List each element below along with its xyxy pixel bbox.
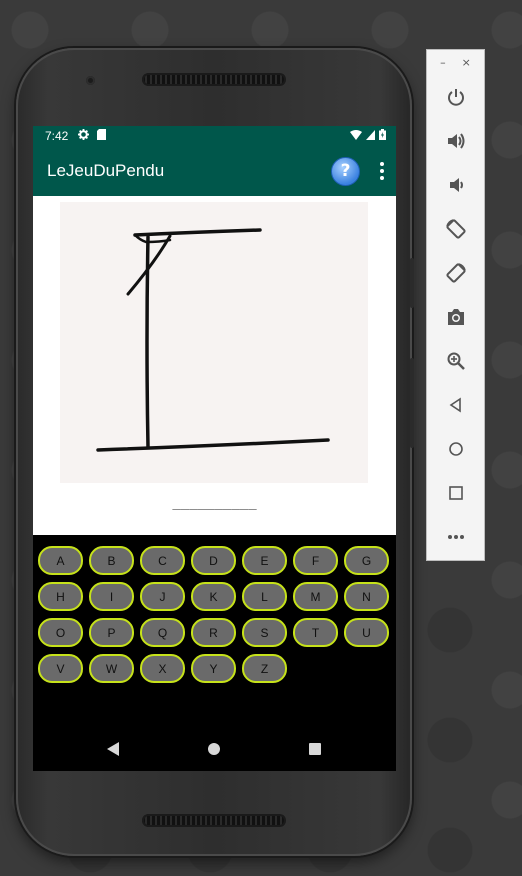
- letter-key-i[interactable]: I: [89, 582, 134, 611]
- zoom-icon[interactable]: [441, 346, 471, 376]
- letter-key-x[interactable]: X: [140, 654, 185, 683]
- app-bar: LeJeuDuPendu ?: [33, 146, 396, 196]
- nav-recents-icon[interactable]: [309, 743, 321, 755]
- volume-down-icon[interactable]: [441, 170, 471, 200]
- status-bar: 7:42: [33, 126, 396, 146]
- phone-screen: 7:42 LeJeuDuPendu ? __________ A B C D E…: [33, 126, 396, 771]
- emulator-toolbar: – ×: [426, 49, 485, 561]
- battery-icon: [379, 129, 386, 143]
- bottom-speaker-grille: [142, 814, 286, 827]
- letter-key-v[interactable]: V: [38, 654, 83, 683]
- letter-key-l[interactable]: L: [242, 582, 287, 611]
- letter-key-e[interactable]: E: [242, 546, 287, 575]
- letter-key-z[interactable]: Z: [242, 654, 287, 683]
- letter-key-c[interactable]: C: [140, 546, 185, 575]
- status-time: 7:42: [45, 129, 69, 143]
- minimize-button[interactable]: –: [440, 56, 446, 74]
- camera-icon[interactable]: [441, 302, 471, 332]
- letter-key-r[interactable]: R: [191, 618, 236, 647]
- volume-up-icon[interactable]: [441, 126, 471, 156]
- letter-key-a[interactable]: A: [38, 546, 83, 575]
- hidden-word: __________: [172, 494, 257, 510]
- letter-key-s[interactable]: S: [242, 618, 287, 647]
- nav-back-icon[interactable]: [107, 742, 119, 756]
- wifi-icon: [350, 129, 362, 143]
- front-camera: [86, 76, 95, 85]
- letter-key-b[interactable]: B: [89, 546, 134, 575]
- settings-gear-icon: [78, 129, 90, 143]
- letter-key-t[interactable]: T: [293, 618, 338, 647]
- letter-key-w[interactable]: W: [89, 654, 134, 683]
- letter-keyboard: ABCDEFG HIJKLMN OPQRSTU VWXYZ: [33, 535, 396, 705]
- rotate-right-icon[interactable]: [441, 258, 471, 288]
- letter-key-f[interactable]: F: [293, 546, 338, 575]
- letter-key-o[interactable]: O: [38, 618, 83, 647]
- home-icon[interactable]: [441, 434, 471, 464]
- letter-key-g[interactable]: G: [344, 546, 389, 575]
- overflow-menu-button[interactable]: [376, 159, 388, 183]
- power-side-button[interactable]: [410, 258, 414, 308]
- overview-icon[interactable]: [441, 478, 471, 508]
- back-icon[interactable]: [441, 390, 471, 420]
- letter-key-d[interactable]: D: [191, 546, 236, 575]
- more-icon[interactable]: [441, 522, 471, 552]
- help-button[interactable]: ?: [331, 156, 360, 186]
- letter-key-y[interactable]: Y: [191, 654, 236, 683]
- signal-icon: [366, 129, 375, 143]
- hangman-drawing: [60, 202, 368, 483]
- close-button[interactable]: ×: [462, 56, 471, 74]
- letter-key-k[interactable]: K: [191, 582, 236, 611]
- letter-key-p[interactable]: P: [89, 618, 134, 647]
- power-icon[interactable]: [441, 82, 471, 112]
- help-icon: ?: [340, 161, 351, 181]
- letter-key-u[interactable]: U: [344, 618, 389, 647]
- rotate-left-icon[interactable]: [441, 214, 471, 244]
- letter-key-m[interactable]: M: [293, 582, 338, 611]
- letter-key-h[interactable]: H: [38, 582, 83, 611]
- nav-home-icon[interactable]: [208, 743, 220, 755]
- app-title: LeJeuDuPendu: [47, 161, 165, 180]
- volume-side-button[interactable]: [410, 358, 414, 448]
- letter-key-j[interactable]: J: [140, 582, 185, 611]
- top-speaker-grille: [142, 73, 286, 86]
- navigation-bar: [33, 705, 396, 771]
- letter-key-q[interactable]: Q: [140, 618, 185, 647]
- game-content: __________: [33, 196, 396, 535]
- letter-key-n[interactable]: N: [344, 582, 389, 611]
- sd-card-icon: [97, 129, 107, 143]
